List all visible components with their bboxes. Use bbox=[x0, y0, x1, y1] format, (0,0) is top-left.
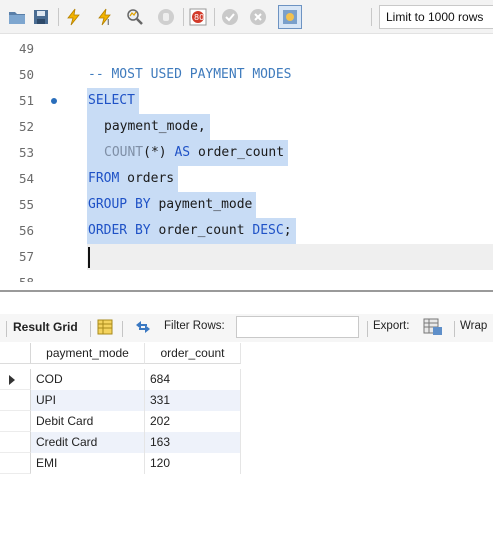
sql-identifier: order_count bbox=[197, 145, 285, 160]
code-line: 49 bbox=[0, 36, 493, 62]
line-number: 56 bbox=[19, 223, 35, 238]
sql-code: GROUP BY payment_mode bbox=[87, 192, 257, 218]
sql-keyword: DESC bbox=[252, 223, 284, 238]
row-header-corner bbox=[0, 343, 31, 364]
statement-marker-icon bbox=[51, 98, 57, 104]
filter-rows-label: Filter Rows: bbox=[164, 320, 225, 332]
code-line: 53 COUNT(*) AS order_count bbox=[0, 140, 493, 166]
code-line: 52 payment_mode, bbox=[0, 114, 493, 140]
sql-identifier: payment_mode, bbox=[104, 119, 206, 134]
rollback-icon[interactable] bbox=[248, 7, 268, 27]
cell-payment-mode[interactable]: Credit Card bbox=[31, 432, 145, 453]
cell-payment-mode[interactable]: EMI bbox=[31, 453, 145, 474]
cell-payment-mode[interactable]: UPI bbox=[31, 390, 145, 411]
sql-identifier: order_count bbox=[158, 223, 245, 238]
sql-identifier: payment_mode bbox=[158, 197, 253, 212]
commit-icon[interactable] bbox=[220, 7, 240, 27]
export-label: Export: bbox=[373, 320, 410, 332]
filter-rows-input[interactable] bbox=[236, 316, 359, 338]
text-caret bbox=[88, 247, 90, 268]
cell-payment-mode[interactable]: COD bbox=[31, 369, 145, 390]
sql-args: (*) bbox=[143, 145, 167, 160]
cell-order-count[interactable]: 202 bbox=[145, 411, 241, 432]
line-number: 55 bbox=[19, 197, 35, 212]
cell-order-count[interactable]: 163 bbox=[145, 432, 241, 453]
code-line: 57 bbox=[0, 244, 493, 270]
folder-icon[interactable] bbox=[7, 7, 27, 27]
row-header[interactable] bbox=[0, 369, 31, 390]
code-line: 56 ORDER BY order_count DESC; bbox=[0, 218, 493, 244]
code-line: 51 SELECT bbox=[0, 88, 493, 114]
sql-code: COUNT(*) AS order_count bbox=[87, 140, 289, 166]
cell-order-count[interactable]: 684 bbox=[145, 369, 241, 390]
sql-function: COUNT bbox=[104, 145, 144, 160]
sql-keyword: ORDER BY bbox=[88, 223, 151, 238]
stop-icon[interactable] bbox=[156, 7, 176, 27]
column-header-payment-mode[interactable]: payment_mode bbox=[31, 343, 145, 364]
form-editor-icon[interactable] bbox=[97, 319, 113, 338]
code-line: 58 bbox=[0, 270, 493, 282]
sql-comment: -- MOST USED PAYMENT MODES bbox=[88, 67, 292, 82]
editor-toolbar: I 80 Limit to 1000 rows bbox=[0, 0, 493, 34]
sql-keyword: SELECT bbox=[87, 88, 139, 114]
code-line: 55 GROUP BY payment_mode bbox=[0, 192, 493, 218]
row-header[interactable] bbox=[0, 411, 31, 432]
sql-code: ORDER BY order_count DESC; bbox=[87, 218, 296, 244]
wrap-label[interactable]: Wrap bbox=[460, 320, 487, 332]
svg-text:80: 80 bbox=[194, 13, 204, 22]
line-number: 57 bbox=[19, 249, 35, 264]
svg-text:I: I bbox=[107, 18, 109, 26]
code-line: 54 FROM orders bbox=[0, 166, 493, 192]
result-toolbar: Result Grid Filter Rows: Export: Wrap bbox=[0, 314, 493, 342]
save-icon[interactable] bbox=[31, 7, 51, 27]
sql-punctuation: ; bbox=[283, 223, 292, 238]
cell-order-count[interactable]: 120 bbox=[145, 453, 241, 474]
line-number: 49 bbox=[19, 41, 35, 56]
autocommit-icon[interactable] bbox=[278, 5, 302, 29]
execute-icon[interactable] bbox=[64, 7, 84, 27]
export-icon[interactable] bbox=[423, 318, 443, 339]
sql-code: payment_mode, bbox=[87, 114, 210, 140]
editor-horizontal-scrollbar[interactable] bbox=[0, 290, 493, 292]
row-header[interactable] bbox=[0, 432, 31, 453]
sql-code: FROM orders bbox=[87, 166, 179, 192]
line-number: 54 bbox=[19, 171, 35, 186]
row-header[interactable] bbox=[0, 390, 31, 411]
code-line: 50 -- MOST USED PAYMENT MODES bbox=[0, 62, 493, 88]
line-number: 51 bbox=[19, 93, 35, 108]
current-row-pointer-icon bbox=[9, 375, 15, 385]
result-grid-tab[interactable]: Result Grid bbox=[13, 320, 78, 334]
sql-keyword: FROM bbox=[88, 171, 120, 186]
explain-icon[interactable] bbox=[125, 7, 145, 27]
sql-keyword: AS bbox=[174, 145, 191, 160]
sql-keyword: GROUP BY bbox=[88, 197, 151, 212]
refresh-icon[interactable] bbox=[134, 319, 152, 338]
line-number: 58 bbox=[19, 270, 49, 282]
column-header-order-count[interactable]: order_count bbox=[145, 343, 241, 364]
line-number: 50 bbox=[19, 67, 35, 82]
sql-editor[interactable]: 49 50 -- MOST USED PAYMENT MODES 51 SELE… bbox=[0, 34, 493, 282]
line-number: 52 bbox=[19, 119, 35, 134]
line-number: 53 bbox=[19, 145, 35, 160]
cell-order-count[interactable]: 331 bbox=[145, 390, 241, 411]
execute-current-icon[interactable]: I bbox=[95, 7, 115, 27]
limit-rows-select[interactable]: Limit to 1000 rows bbox=[379, 5, 493, 29]
sql-identifier: orders bbox=[127, 171, 175, 186]
cell-payment-mode[interactable]: Debit Card bbox=[31, 411, 145, 432]
stop-on-error-icon[interactable]: 80 bbox=[188, 7, 208, 27]
row-header[interactable] bbox=[0, 453, 31, 474]
